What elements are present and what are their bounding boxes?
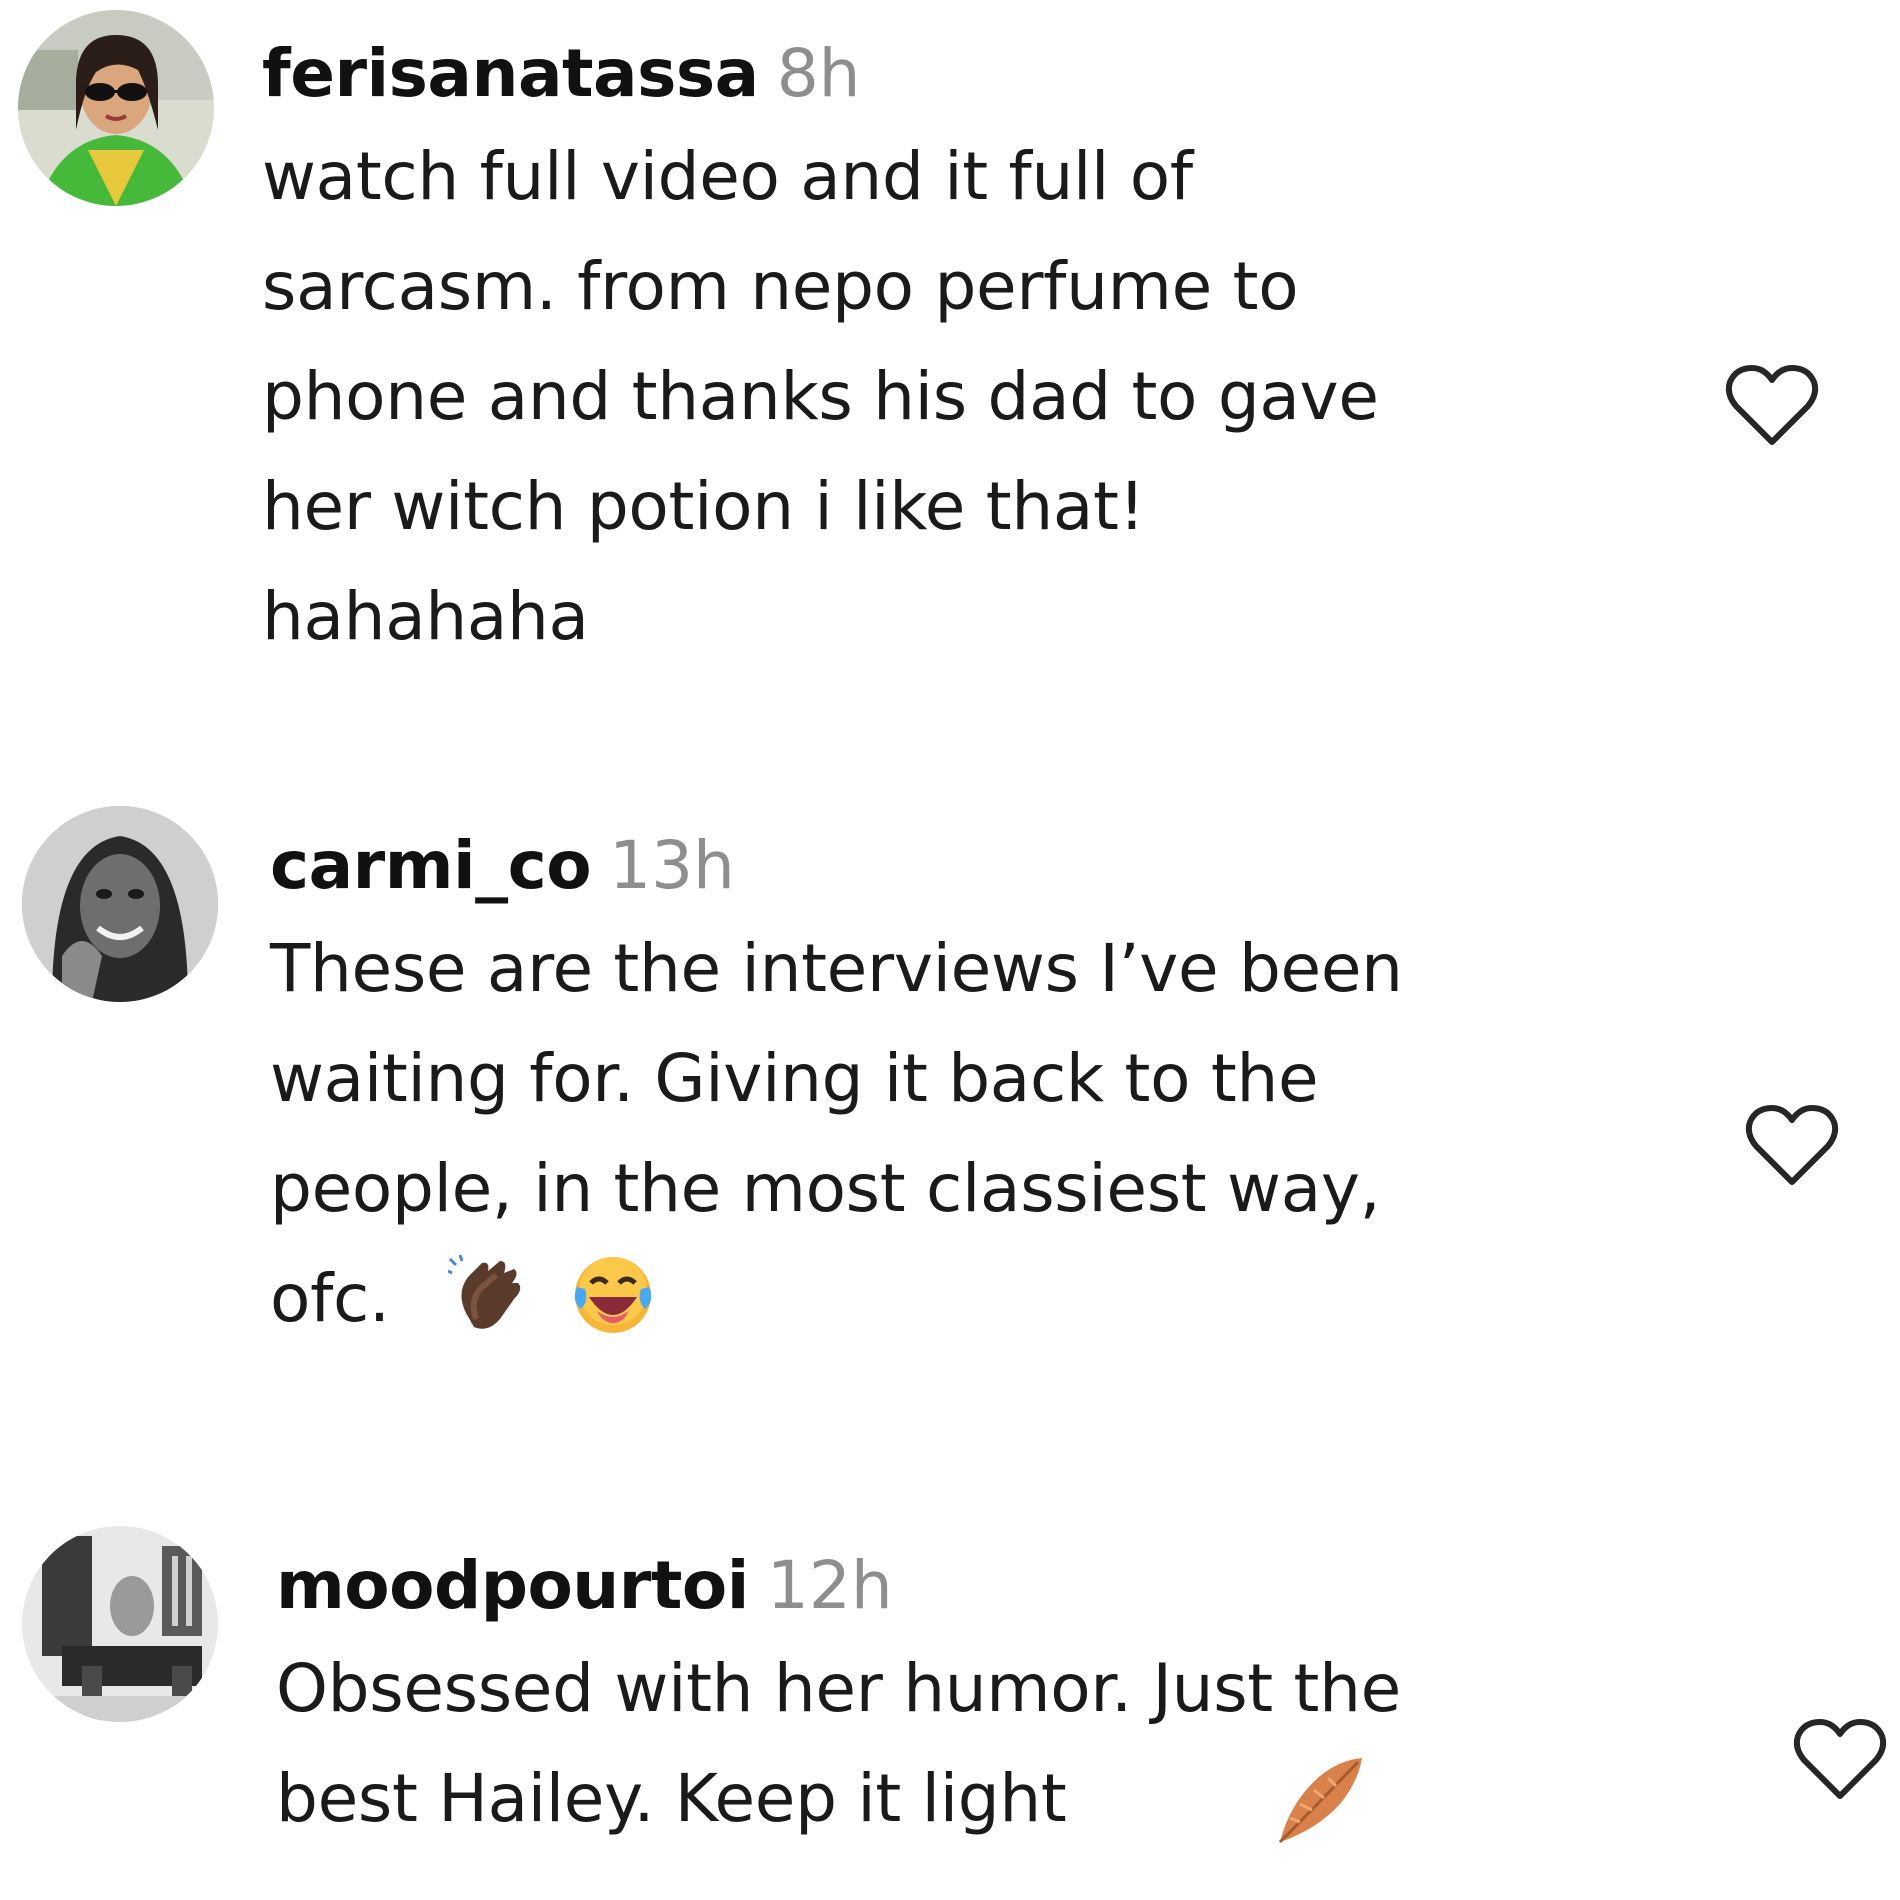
timestamp[interactable]: 12h <box>767 1547 893 1624</box>
avatar[interactable] <box>22 806 218 1002</box>
emoji-group <box>1270 1752 1366 1852</box>
profile-photo-icon <box>22 1526 218 1722</box>
timestamp[interactable]: 8h <box>777 35 861 112</box>
timestamp[interactable]: 13h <box>609 827 735 904</box>
profile-photo-icon <box>18 10 214 206</box>
username[interactable]: ferisanatassa <box>262 35 759 112</box>
heart-outline-icon[interactable] <box>1792 1716 1888 1802</box>
feather-emoji <box>1278 1758 1362 1844</box>
comment-text: Obsessed with her humor. Just the best H… <box>276 1650 1401 1837</box>
emoji-group <box>448 1249 659 1341</box>
heart-outline-icon[interactable] <box>1744 1102 1840 1188</box>
heart-outline-icon[interactable] <box>1724 362 1820 448</box>
comment-text: watch full video and it full of sarcasm.… <box>262 138 1379 655</box>
profile-photo-icon <box>22 806 218 1002</box>
tears-of-joy-emoji <box>574 1257 652 1333</box>
username[interactable]: moodpourtoi <box>276 1547 749 1624</box>
avatar[interactable] <box>18 10 214 206</box>
username[interactable]: carmi_co <box>270 827 592 904</box>
clapping-hands-emoji <box>448 1254 521 1329</box>
avatar[interactable] <box>22 1526 218 1722</box>
comment-text: These are the interviews I’ve been waiti… <box>270 930 1403 1337</box>
